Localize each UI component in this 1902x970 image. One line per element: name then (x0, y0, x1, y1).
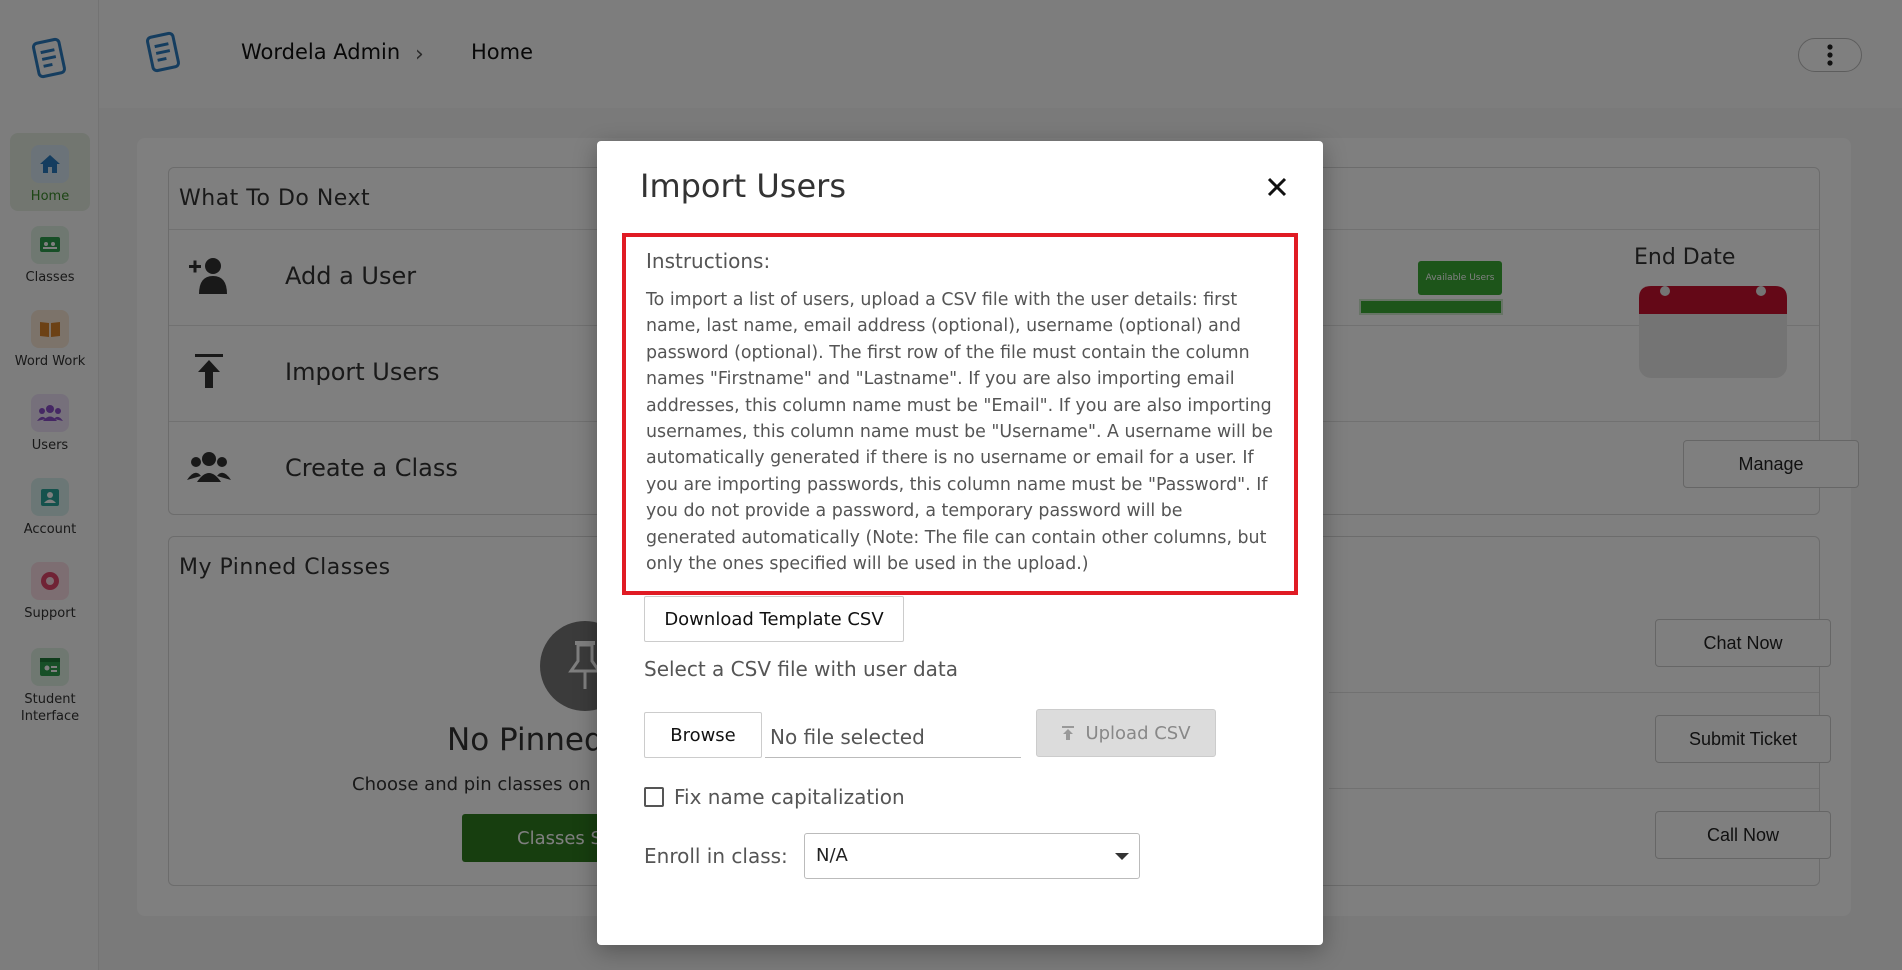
upload-csv-button[interactable]: Upload CSV (1036, 709, 1216, 757)
close-button[interactable] (1263, 173, 1291, 201)
file-name-field: No file selected (765, 712, 1021, 758)
upload-icon (1062, 726, 1075, 740)
dropdown-caret-icon (1115, 853, 1129, 860)
enroll-class-value: N/A (816, 845, 848, 866)
instructions-text: To import a list of users, upload a CSV … (646, 290, 1273, 575)
instructions-heading: Instructions: (646, 249, 771, 273)
fix-capitalization-checkbox[interactable] (644, 787, 664, 807)
enroll-class-label: Enroll in class: (644, 844, 788, 868)
close-icon (1267, 177, 1287, 197)
download-template-button[interactable]: Download Template CSV (644, 596, 904, 642)
fix-capitalization-label[interactable]: Fix name capitalization (674, 785, 905, 809)
browse-button[interactable]: Browse (644, 712, 762, 758)
select-file-label: Select a CSV file with user data (644, 657, 959, 681)
import-users-dialog: Import Users Instructions: To import a l… (597, 141, 1323, 945)
instructions-box: Instructions: To import a list of users,… (622, 233, 1298, 595)
file-status-text: No file selected (770, 725, 925, 749)
enroll-class-select[interactable]: N/A (804, 833, 1140, 879)
upload-csv-label: Upload CSV (1085, 722, 1191, 744)
dialog-title: Import Users (640, 167, 846, 205)
